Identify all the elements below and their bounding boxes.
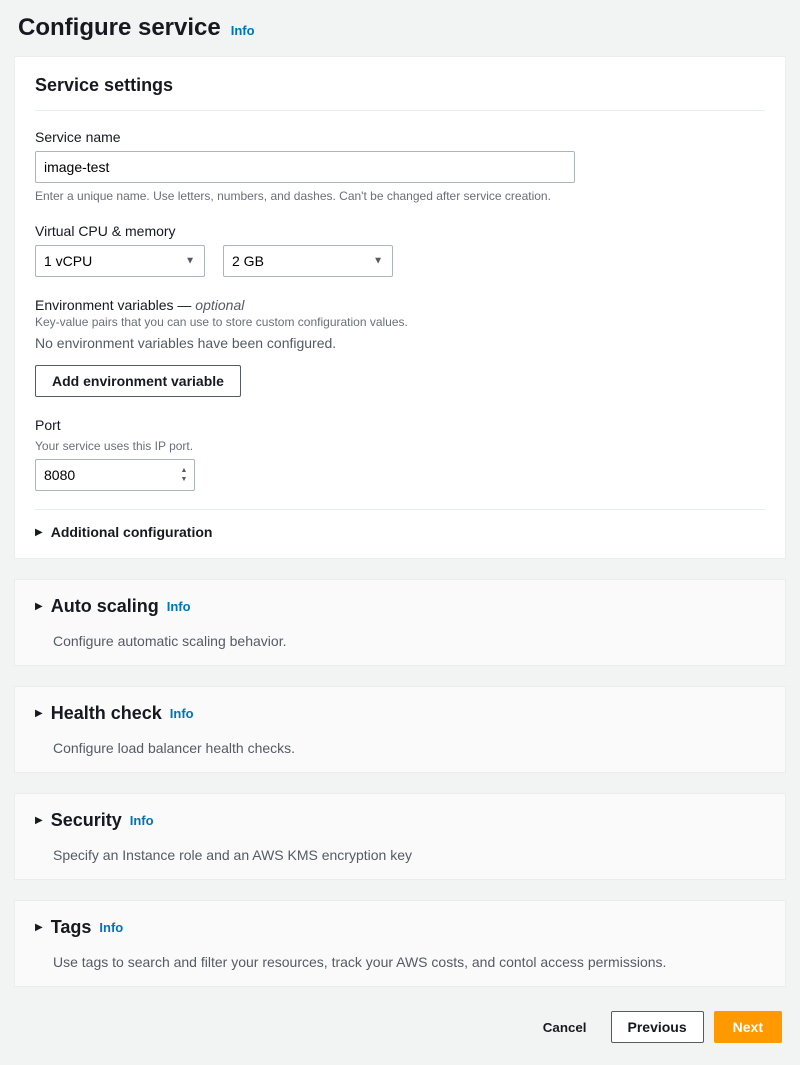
health-check-title: Health check	[51, 703, 162, 724]
tags-toggle[interactable]: ▶ Tags Info	[15, 901, 785, 954]
vcpu-memory-label: Virtual CPU & memory	[35, 223, 765, 239]
add-env-var-button[interactable]: Add environment variable	[35, 365, 241, 397]
health-check-info-link[interactable]: Info	[170, 706, 194, 721]
env-vars-optional: optional	[195, 297, 244, 313]
vcpu-select[interactable]: 1 vCPU	[35, 245, 205, 277]
service-name-help: Enter a unique name. Use letters, number…	[35, 189, 765, 203]
memory-select[interactable]: 2 GB	[223, 245, 393, 277]
env-vars-empty: No environment variables have been confi…	[35, 335, 765, 351]
field-env-vars: Environment variables — optional Key-val…	[35, 297, 765, 397]
auto-scaling-toggle[interactable]: ▶ Auto scaling Info	[15, 580, 785, 633]
service-settings-panel: Service settings Service name Enter a un…	[14, 56, 786, 559]
port-spinner: ▲ ▼	[177, 462, 191, 488]
chevron-right-icon: ▶	[35, 601, 43, 612]
security-section: ▶ Security Info Specify an Instance role…	[14, 793, 786, 880]
field-vcpu-memory: Virtual CPU & memory 1 vCPU 2 GB	[35, 223, 765, 277]
additional-config-row: ▶ Additional configuration	[35, 509, 765, 540]
next-button[interactable]: Next	[714, 1011, 782, 1043]
health-check-section: ▶ Health check Info Configure load balan…	[14, 686, 786, 773]
page-header: Configure service Info	[14, 14, 786, 56]
port-step-down-icon[interactable]: ▼	[177, 475, 191, 484]
vcpu-select-wrap: 1 vCPU	[35, 245, 205, 277]
service-settings-title: Service settings	[35, 75, 765, 111]
tags-section: ▶ Tags Info Use tags to search and filte…	[14, 900, 786, 987]
memory-select-wrap: 2 GB	[223, 245, 393, 277]
auto-scaling-section: ▶ Auto scaling Info Configure automatic …	[14, 579, 786, 666]
service-name-input[interactable]	[35, 151, 575, 183]
chevron-right-icon: ▶	[35, 815, 43, 826]
env-vars-heading: Environment variables — optional	[35, 297, 765, 313]
chevron-right-icon: ▶	[35, 922, 43, 933]
tags-desc: Use tags to search and filter your resou…	[15, 954, 785, 986]
env-vars-heading-text: Environment variables —	[35, 297, 195, 313]
page-info-link[interactable]: Info	[231, 23, 255, 38]
health-check-desc: Configure load balancer health checks.	[15, 740, 785, 772]
additional-config-label: Additional configuration	[51, 524, 213, 540]
auto-scaling-title: Auto scaling	[51, 596, 159, 617]
security-toggle[interactable]: ▶ Security Info	[15, 794, 785, 847]
field-port: Port Your service uses this IP port. ▲ ▼	[35, 417, 765, 491]
health-check-toggle[interactable]: ▶ Health check Info	[15, 687, 785, 740]
tags-title: Tags	[51, 917, 92, 938]
cancel-button[interactable]: Cancel	[529, 1013, 601, 1042]
security-desc: Specify an Instance role and an AWS KMS …	[15, 847, 785, 879]
service-name-label: Service name	[35, 129, 765, 145]
field-service-name: Service name Enter a unique name. Use le…	[35, 129, 765, 203]
port-step-up-icon[interactable]: ▲	[177, 466, 191, 475]
port-input-wrap: ▲ ▼	[35, 459, 195, 491]
port-input[interactable]	[35, 459, 195, 491]
env-vars-help: Key-value pairs that you can use to stor…	[35, 315, 765, 329]
security-title: Security	[51, 810, 122, 831]
security-info-link[interactable]: Info	[130, 813, 154, 828]
page-title: Configure service	[18, 14, 221, 42]
wizard-footer: Cancel Previous Next	[14, 1007, 786, 1051]
tags-info-link[interactable]: Info	[99, 920, 123, 935]
port-help: Your service uses this IP port.	[35, 439, 765, 453]
chevron-right-icon: ▶	[35, 708, 43, 719]
previous-button[interactable]: Previous	[611, 1011, 704, 1043]
chevron-right-icon: ▶	[35, 527, 43, 538]
auto-scaling-info-link[interactable]: Info	[167, 599, 191, 614]
additional-config-toggle[interactable]: ▶ Additional configuration	[35, 524, 765, 540]
auto-scaling-desc: Configure automatic scaling behavior.	[15, 633, 785, 665]
port-label: Port	[35, 417, 765, 433]
